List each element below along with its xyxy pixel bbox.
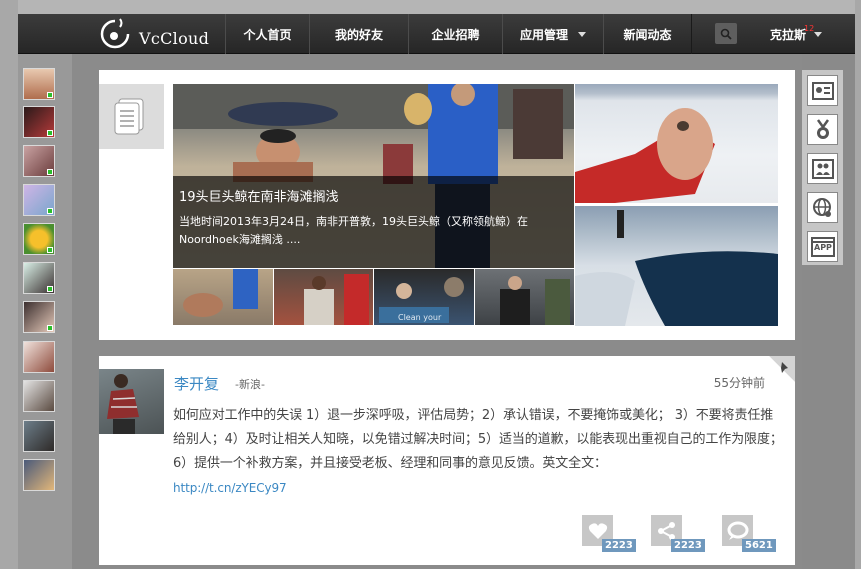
id-card-icon xyxy=(811,81,834,100)
nav-jobs-label: 企业招聘 xyxy=(431,27,480,42)
friend-avatar[interactable] xyxy=(23,223,55,255)
thumb-caption: Clean your xyxy=(398,313,442,322)
people-icon xyxy=(811,158,834,179)
ice-hole-photo xyxy=(575,210,778,326)
thumb-image xyxy=(303,274,369,325)
friend-avatar[interactable] xyxy=(23,68,55,100)
network-button[interactable] xyxy=(807,192,838,223)
news-side-photo-top[interactable] xyxy=(575,84,778,203)
news-thumbnails: Clean your xyxy=(173,269,574,325)
like-button[interactable]: 2223 xyxy=(582,515,638,553)
news-caption: 19头巨头鲸在南非海滩搁浅 当地时间2013年3月24日，南非开普敦，19头巨头… xyxy=(173,176,574,268)
online-indicator xyxy=(47,286,53,292)
post-author-name[interactable]: 李开复 xyxy=(174,373,219,394)
user-menu[interactable]: 克拉斯 12 xyxy=(770,14,823,54)
friend-avatar[interactable] xyxy=(23,145,55,177)
nav-home[interactable]: 个人首页 xyxy=(225,14,309,54)
nav-jobs[interactable]: 企业招聘 xyxy=(408,14,502,54)
news-thumbnail[interactable]: Clean your xyxy=(374,269,474,325)
news-title[interactable]: 19头巨头鲸在南非海滩搁浅 xyxy=(179,186,568,205)
globe-icon xyxy=(812,197,831,217)
main-nav: 个人首页 我的好友 企业招聘 应用管理 新闻动态 xyxy=(225,14,692,54)
awards-button[interactable] xyxy=(807,114,838,145)
app-button[interactable]: APP xyxy=(807,231,838,262)
news-card: 19头巨头鲸在南非海滩搁浅 当地时间2013年3月24日，南非开普敦，19头巨头… xyxy=(99,70,795,340)
post-body: 如何应对工作中的失误 1）退一步深呼吸，评估局势；2）承认错误，不要掩饰或美化；… xyxy=(173,404,783,501)
friend-avatar[interactable] xyxy=(23,341,55,373)
friend-avatar[interactable] xyxy=(23,106,55,138)
friend-avatar[interactable] xyxy=(23,184,55,216)
news-main-photo[interactable]: 19头巨头鲸在南非海滩搁浅 当地时间2013年3月24日，南非开普敦，19头巨头… xyxy=(173,84,574,268)
top-strip xyxy=(0,0,861,14)
news-summary: 当地时间2013年3月24日，南非开普敦，19头巨头鲸（又称领航鲸）在Noord… xyxy=(179,215,528,246)
share-button[interactable]: 2223 xyxy=(651,515,707,553)
chevron-down-icon xyxy=(814,31,823,37)
notification-badge: 12 xyxy=(804,24,815,33)
post-text: 如何应对工作中的失误 1）退一步深呼吸，评估局势；2）承认错误，不要掩饰或美化；… xyxy=(173,408,783,471)
online-indicator xyxy=(47,208,53,214)
right-toolbar: APP xyxy=(802,70,843,265)
share-count: 2223 xyxy=(671,539,705,552)
post-card: 李开复 -新浪- 55分钟前 如何应对工作中的失误 1）退一步深呼吸，评估局势；… xyxy=(99,356,795,565)
friend-avatar[interactable] xyxy=(23,380,55,412)
nav-apps[interactable]: 应用管理 xyxy=(502,14,603,54)
nav-news[interactable]: 新闻动态 xyxy=(603,14,692,54)
search-button[interactable] xyxy=(715,23,737,44)
friend-avatar[interactable] xyxy=(23,420,55,452)
user-name: 克拉斯 xyxy=(770,27,807,42)
post-link[interactable]: http://t.cn/zYECy97 xyxy=(173,481,287,495)
document-icon xyxy=(99,84,164,149)
logo[interactable]: VcCloud xyxy=(98,16,209,52)
app-label: APP xyxy=(814,243,832,252)
comment-count: 5621 xyxy=(742,539,776,552)
news-thumbnail[interactable] xyxy=(173,269,273,325)
author-photo xyxy=(107,374,139,434)
top-navbar: VcCloud 个人首页 我的好友 企业招聘 应用管理 新闻动态 克拉斯 12 xyxy=(18,14,855,54)
online-indicator xyxy=(47,169,53,175)
outer-left-border xyxy=(0,0,18,569)
post-author-avatar[interactable] xyxy=(99,369,164,434)
search-icon xyxy=(720,28,732,40)
logo-text: VcCloud xyxy=(139,28,210,48)
online-indicator xyxy=(47,325,53,331)
chevron-down-icon xyxy=(578,31,586,37)
profile-card-button[interactable] xyxy=(807,75,838,106)
friends-sidebar xyxy=(18,54,72,569)
friend-avatar[interactable] xyxy=(23,459,55,491)
nav-home-label: 个人首页 xyxy=(243,27,292,42)
online-indicator xyxy=(47,92,53,98)
pin-icon[interactable] xyxy=(769,356,795,382)
online-indicator xyxy=(47,130,53,136)
news-thumbnail[interactable] xyxy=(474,269,574,325)
thumb-image xyxy=(499,276,570,325)
outer-right-border xyxy=(855,0,861,569)
like-count: 2223 xyxy=(602,539,636,552)
nav-friends[interactable]: 我的好友 xyxy=(309,14,408,54)
online-indicator xyxy=(47,247,53,253)
comment-button[interactable]: 5621 xyxy=(722,515,778,553)
friend-avatar[interactable] xyxy=(23,262,55,294)
logo-icon xyxy=(98,17,132,51)
medal-icon xyxy=(816,118,829,139)
post-source: -新浪- xyxy=(235,378,265,391)
nav-friends-label: 我的好友 xyxy=(334,27,383,42)
post-timestamp: 55分钟前 xyxy=(713,376,765,390)
nav-apps-label: 应用管理 xyxy=(519,27,568,42)
news-side-photo-bottom[interactable] xyxy=(575,206,778,326)
snow-hand-photo xyxy=(575,108,715,203)
friends-button[interactable] xyxy=(807,153,838,184)
friend-avatar[interactable] xyxy=(23,301,55,333)
nav-news-label: 新闻动态 xyxy=(623,27,672,42)
news-thumbnail[interactable] xyxy=(273,269,373,325)
thumb-image xyxy=(183,269,258,317)
